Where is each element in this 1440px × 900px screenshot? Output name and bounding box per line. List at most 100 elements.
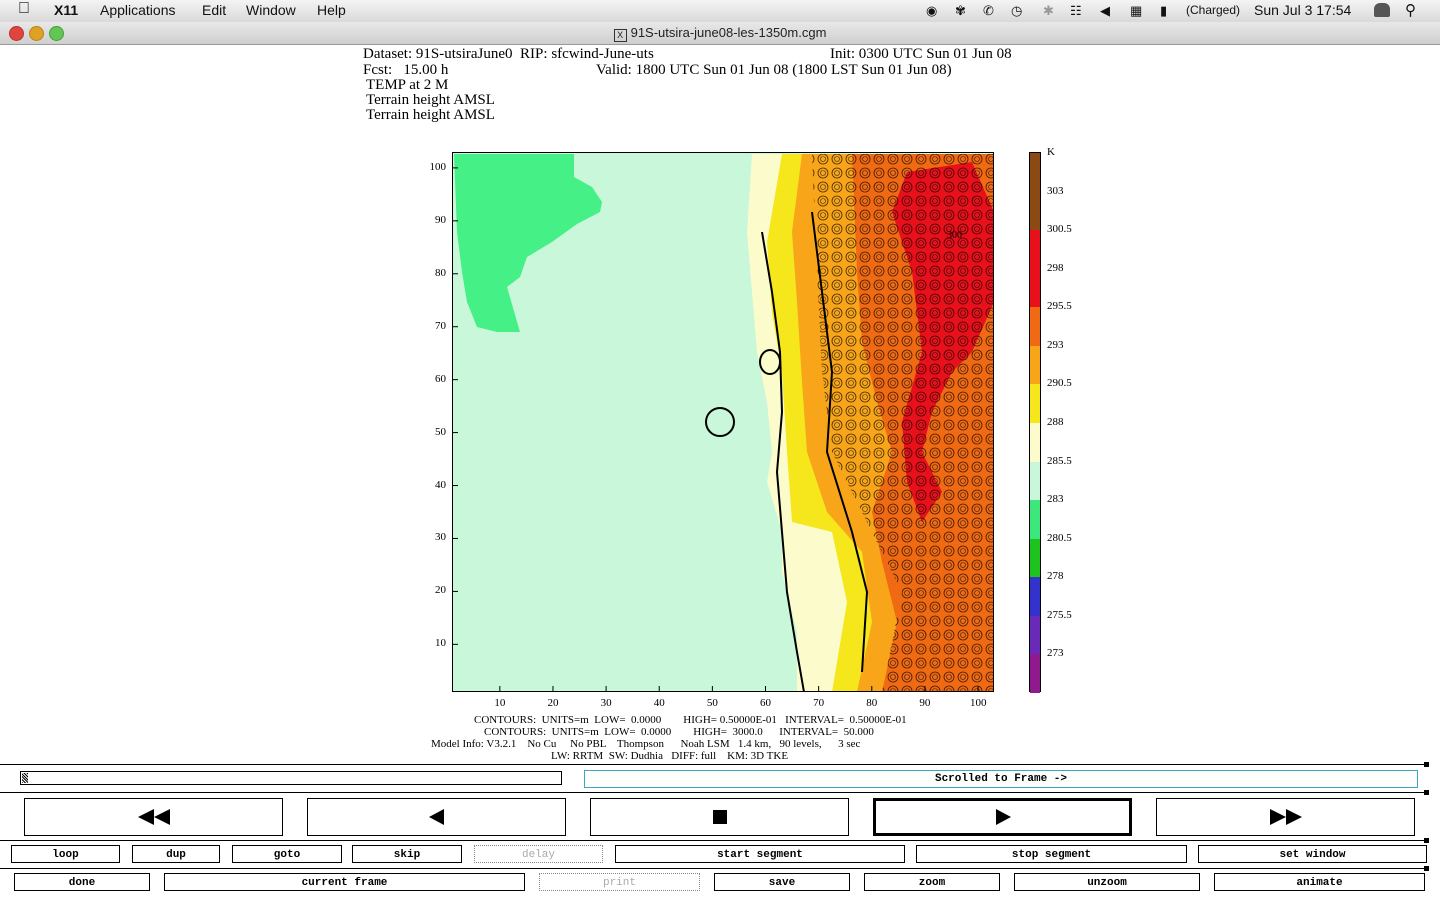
colorbar-band: [1030, 345, 1040, 385]
user-icon[interactable]: [1374, 3, 1390, 17]
wifi-icon[interactable]: ☷: [1070, 3, 1082, 19]
fast-backward-icon: [137, 809, 170, 825]
bluetooth-icon[interactable]: ✱: [1043, 3, 1054, 19]
menu-help[interactable]: Help: [317, 2, 346, 18]
print-button[interactable]: print: [539, 873, 700, 891]
frame-scrollbar-thumb[interactable]: [22, 773, 28, 783]
y-tick-label: 100: [429, 160, 447, 173]
set-window-button[interactable]: set window: [1198, 845, 1427, 863]
colorbar-label: 285.5: [1047, 454, 1072, 467]
phone-icon[interactable]: ✆: [983, 3, 994, 19]
y-tick-label: 80: [435, 266, 446, 279]
colorbar-band: [1030, 577, 1040, 616]
x-tick-label: 40: [653, 697, 665, 709]
step-forward-icon: [995, 809, 1011, 825]
y-tick-label: 10: [435, 637, 446, 650]
x11-document-icon: X: [613, 29, 627, 42]
x-tick-label: 20: [547, 697, 559, 709]
footer-contours-2: CONTOURS: UNITS=m LOW= 0.0000 HIGH= 3000…: [484, 726, 874, 738]
resize-handle[interactable]: [1424, 838, 1429, 843]
battery-icon[interactable]: ▮: [1160, 3, 1167, 19]
app-menu[interactable]: X11: [54, 2, 78, 18]
delay-button[interactable]: delay: [474, 845, 603, 863]
colorbar-label: 295.5: [1047, 300, 1072, 313]
divider: [0, 764, 1428, 765]
footer-model-info: Model Info: V3.2.1 No Cu No PBL Thompson…: [431, 738, 861, 750]
colorbar-label: 303: [1047, 184, 1064, 197]
contour-label: 300: [947, 230, 962, 241]
colorbar-label: 278: [1047, 570, 1064, 583]
fast-forward-button[interactable]: [1156, 798, 1415, 836]
header-dataset: Dataset: 91S-utsiraJune0 RIP: sfcwind-Ju…: [363, 46, 654, 62]
x-tick-label: 30: [600, 697, 612, 709]
colorbar-label: 298: [1047, 261, 1064, 274]
y-tick-label: 30: [435, 531, 446, 544]
spotlight-search-icon[interactable]: ⚲: [1405, 1, 1416, 19]
start-segment-button[interactable]: start segment: [615, 845, 905, 863]
window-title-bar: X 91S-utsira-june08-les-1350m.cgm: [0, 22, 1440, 45]
apple-menu-icon[interactable]: : [18, 0, 30, 18]
x-tick-label: 100: [970, 697, 987, 709]
colorbar-band: [1030, 538, 1040, 578]
y-tick-label: 50: [435, 425, 446, 438]
colorbar-band: [1030, 384, 1040, 423]
colorbar-band: [1030, 500, 1040, 539]
colorbar-band: [1030, 153, 1040, 192]
colorbar-unit: K: [1047, 146, 1055, 158]
frame-scrollbar[interactable]: [20, 771, 562, 785]
battery-status[interactable]: (Charged): [1186, 3, 1240, 17]
unzoom-button[interactable]: unzoom: [1014, 873, 1200, 891]
calendar-icon[interactable]: ▦: [1130, 3, 1142, 19]
colorbar-band: [1030, 230, 1040, 269]
monitor-icon[interactable]: ◉: [926, 3, 937, 19]
menu-applications[interactable]: Applications: [100, 2, 176, 18]
x-tick-label: 50: [706, 697, 718, 709]
resize-handle[interactable]: [1424, 790, 1429, 795]
menu-edit[interactable]: Edit: [202, 2, 226, 18]
done-button[interactable]: done: [14, 873, 150, 891]
step-forward-button[interactable]: [873, 798, 1132, 836]
menu-window[interactable]: Window: [246, 2, 296, 18]
time-machine-icon[interactable]: ◷: [1011, 3, 1022, 19]
animate-button[interactable]: animate: [1214, 873, 1425, 891]
resize-handle[interactable]: [1424, 866, 1429, 871]
status-field: Scrolled to Frame ->: [584, 770, 1418, 788]
save-button[interactable]: save: [714, 873, 850, 891]
x-tick-label: 10: [494, 697, 506, 709]
colorbar-label: 293: [1047, 338, 1064, 351]
bluetooth-alt-icon[interactable]: ✾: [955, 3, 966, 19]
loop-button[interactable]: loop: [11, 845, 120, 863]
stop-segment-button[interactable]: stop segment: [916, 845, 1187, 863]
colorbar-label: 290.5: [1047, 377, 1072, 390]
divider: [0, 840, 1428, 841]
x-tick-label: 60: [760, 697, 771, 709]
x-tick-label: 70: [813, 697, 825, 709]
goto-button[interactable]: goto: [232, 845, 342, 863]
y-tick-label: 40: [435, 478, 446, 491]
footer-contours-1: CONTOURS: UNITS=m LOW= 0.0000 HIGH= 0.50…: [474, 714, 907, 726]
clock[interactable]: Sun Jul 3 17:54: [1254, 2, 1351, 18]
header-init: Init: 0300 UTC Sun 01 Jun 08: [830, 46, 1012, 62]
y-tick-label: 60: [435, 372, 446, 385]
footer-physics: LW: RRTM SW: Dudhia DIFF: full KM: 3D TK…: [551, 750, 789, 762]
menu-bar:  X11 Applications Edit Window Help ◉ ✾ …: [0, 0, 1440, 23]
zoom-button[interactable]: zoom: [864, 873, 1000, 891]
window-title: 91S-utsira-june08-les-1350m.cgm: [630, 25, 827, 40]
current-frame-button[interactable]: current frame: [164, 873, 525, 891]
colorbar-label: 300.5: [1047, 223, 1072, 236]
resize-handle[interactable]: [1424, 762, 1429, 767]
divider: [0, 868, 1428, 869]
volume-icon[interactable]: ◀: [1100, 3, 1110, 19]
fast-forward-icon: [1269, 809, 1302, 825]
colorbar-band: [1030, 268, 1040, 308]
y-tick-label: 90: [435, 213, 446, 226]
step-back-button[interactable]: [307, 798, 566, 836]
rewind-button[interactable]: [24, 798, 283, 836]
x-tick-label: 80: [866, 697, 878, 709]
colorbar-band: [1030, 461, 1040, 501]
colorbar-label: 280.5: [1047, 531, 1072, 544]
dup-button[interactable]: dup: [132, 845, 220, 863]
skip-button[interactable]: skip: [352, 845, 462, 863]
stop-button[interactable]: [590, 798, 849, 836]
colorbar-band: [1030, 423, 1040, 462]
